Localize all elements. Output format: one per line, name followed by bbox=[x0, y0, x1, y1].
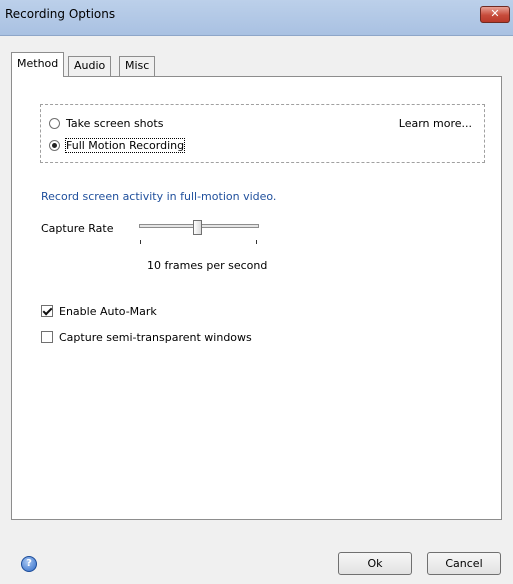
help-glyph: ? bbox=[26, 558, 32, 569]
close-button[interactable]: ✕ bbox=[480, 6, 510, 23]
radio-label: Full Motion Recording bbox=[64, 137, 186, 153]
cancel-button-label: Cancel bbox=[445, 557, 483, 570]
tab-misc-label: Misc bbox=[125, 59, 150, 72]
close-icon: ✕ bbox=[490, 7, 500, 20]
radio-take-screen-shots[interactable]: Take screen shots bbox=[49, 115, 163, 131]
checkbox-enable-auto-mark[interactable]: Enable Auto-Mark bbox=[41, 303, 157, 319]
checkbox[interactable] bbox=[41, 305, 53, 317]
recording-options-dialog: Recording Options ✕ Method Audio Misc Ta… bbox=[0, 0, 513, 584]
window-title: Recording Options bbox=[5, 7, 116, 21]
learn-more-link[interactable]: Learn more... bbox=[399, 117, 472, 130]
method-tab-panel: Take screen shots Full Motion Recording … bbox=[11, 76, 502, 520]
ok-button[interactable]: Ok bbox=[338, 552, 412, 575]
title-bar: Recording Options ✕ bbox=[0, 0, 513, 36]
radio-button[interactable] bbox=[49, 117, 60, 129]
slider-tick bbox=[140, 240, 141, 244]
checkbox-capture-semi-transparent[interactable]: Capture semi-transparent windows bbox=[41, 329, 252, 345]
slider-thumb[interactable] bbox=[193, 220, 202, 235]
tab-method[interactable]: Method bbox=[11, 52, 65, 77]
checkbox[interactable] bbox=[41, 331, 53, 343]
capture-rate-value: 10 frames per second bbox=[147, 259, 268, 272]
radio-button[interactable] bbox=[49, 139, 60, 151]
tab-audio-label: Audio bbox=[74, 59, 106, 72]
checkbox-label: Enable Auto-Mark bbox=[59, 304, 157, 318]
radio-full-motion-recording[interactable]: Full Motion Recording bbox=[49, 137, 186, 153]
ok-button-label: Ok bbox=[367, 557, 383, 570]
checkbox-label: Capture semi-transparent windows bbox=[59, 330, 252, 344]
capture-rate-slider[interactable] bbox=[139, 220, 261, 244]
method-description: Record screen activity in full-motion vi… bbox=[41, 190, 277, 203]
tab-misc[interactable]: Misc bbox=[119, 56, 156, 76]
method-group: Take screen shots Full Motion Recording … bbox=[40, 104, 485, 163]
radio-label: Take screen shots bbox=[66, 116, 164, 130]
tab-audio[interactable]: Audio bbox=[68, 56, 112, 76]
help-icon[interactable]: ? bbox=[21, 556, 37, 572]
slider-tick bbox=[256, 240, 257, 244]
capture-rate-label: Capture Rate bbox=[41, 222, 114, 235]
cancel-button[interactable]: Cancel bbox=[427, 552, 501, 575]
tab-method-label: Method bbox=[17, 57, 59, 70]
